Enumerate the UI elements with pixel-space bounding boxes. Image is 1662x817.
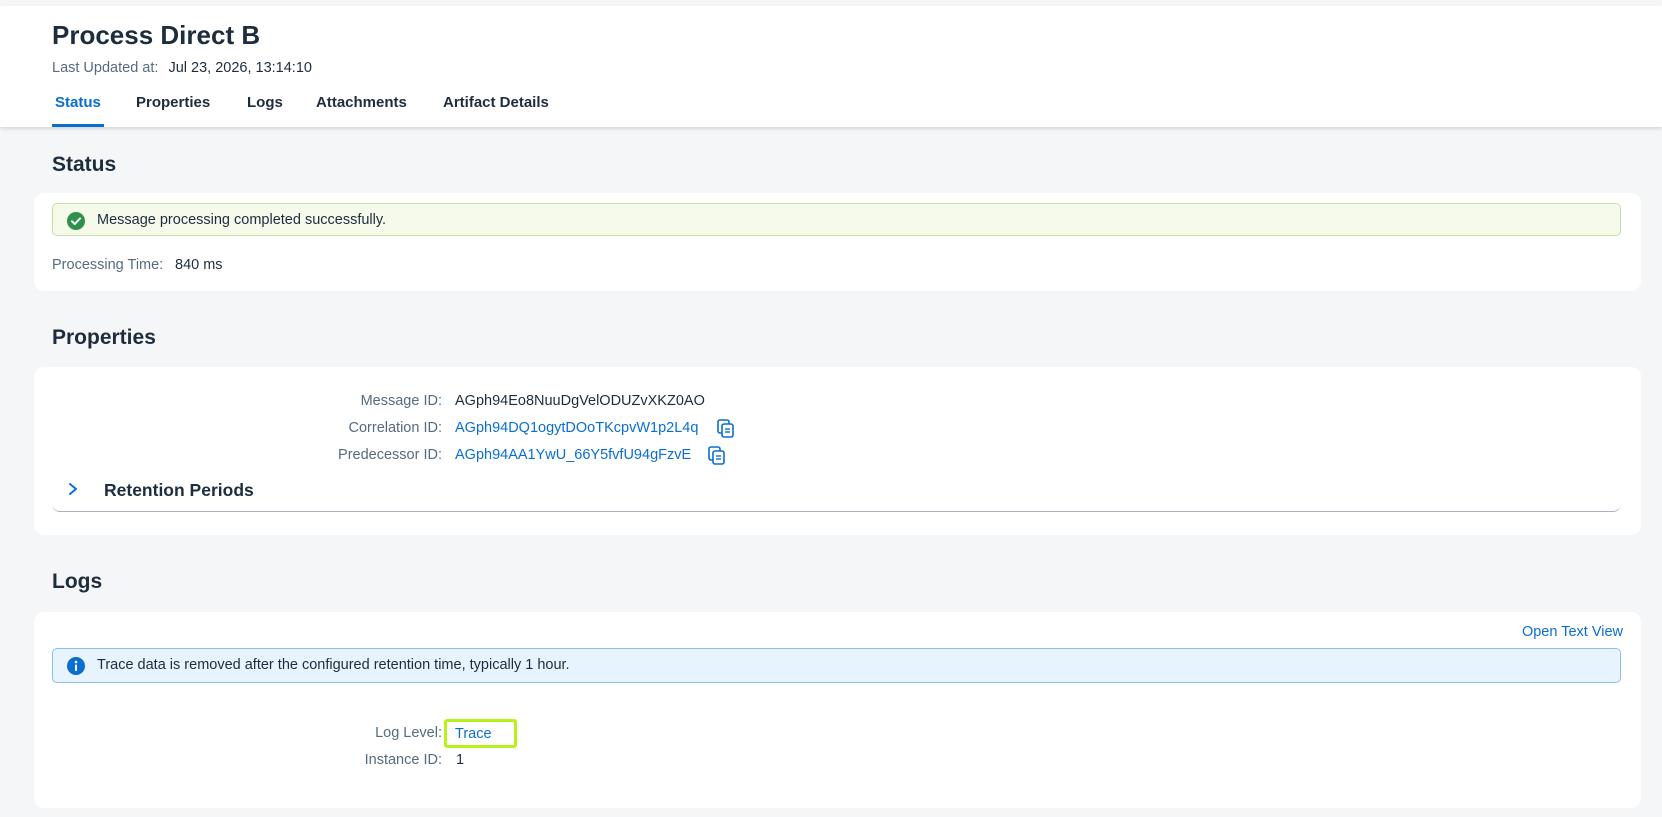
last-updated-label: Last Updated at: <box>52 60 159 76</box>
retention-periods-title: Retention Periods <box>104 480 254 500</box>
log-level-trace-link[interactable]: Trace <box>455 726 492 742</box>
tab-attachments[interactable]: Attachments <box>316 94 407 111</box>
message-id-value: AGph94Eo8NuuDgVelODUZvXKZ0AO <box>455 393 705 409</box>
correlation-id-link[interactable]: AGph94DQ1ogytDOoTKcpvW1p2L4q <box>455 420 698 436</box>
logs-section-title: Logs <box>52 570 103 593</box>
processing-time-value: 840 ms <box>175 257 223 273</box>
active-tab-indicator <box>52 124 104 127</box>
log-level-highlight: Trace <box>444 719 517 748</box>
status-card: Message processing completed successfull… <box>34 193 1641 291</box>
instance-id-label: Instance ID: <box>364 752 442 768</box>
predecessor-id-label: Predecessor ID: <box>338 447 442 463</box>
last-updated-value: Jul 23, 2026, 13:14:10 <box>168 60 312 76</box>
copy-correlation-id-icon[interactable] <box>717 419 735 438</box>
retention-periods-panel[interactable]: Retention Periods <box>52 469 1621 512</box>
last-updated: Last Updated at: Jul 23, 2026, 13:14:10 <box>52 60 312 76</box>
success-check-icon <box>67 212 85 230</box>
instance-id-value: 1 <box>456 752 465 768</box>
logs-card: Open Text View Trace data is removed aft… <box>34 612 1641 808</box>
open-text-view-link[interactable]: Open Text View <box>1522 624 1623 640</box>
info-message-strip: Trace data is removed after the configur… <box>52 648 1621 683</box>
copy-predecessor-id-icon[interactable] <box>708 446 726 465</box>
correlation-id-label: Correlation ID: <box>348 420 442 436</box>
predecessor-id-link[interactable]: AGph94AA1YwU_66Y5fvfU94gFzvE <box>455 447 691 463</box>
status-section-title: Status <box>52 153 117 176</box>
info-icon <box>67 657 85 675</box>
tab-logs[interactable]: Logs <box>247 94 283 111</box>
object-page-header: Process Direct B Last Updated at: Jul 23… <box>0 6 1662 127</box>
tab-artifact-details[interactable]: Artifact Details <box>443 94 549 111</box>
properties-card: Message ID: AGph94Eo8NuuDgVelODUZvXKZ0AO… <box>34 367 1641 535</box>
info-message-text: Trace data is removed after the configur… <box>97 657 570 673</box>
tab-status[interactable]: Status <box>55 94 101 111</box>
properties-section-title: Properties <box>52 326 156 349</box>
success-message-strip: Message processing completed successfull… <box>52 203 1621 236</box>
chevron-right-icon[interactable] <box>66 481 80 497</box>
processing-time-label: Processing Time: <box>52 257 164 273</box>
success-message-text: Message processing completed successfull… <box>97 212 387 228</box>
log-level-label: Log Level: <box>375 725 442 741</box>
page-title: Process Direct B <box>52 20 261 50</box>
tab-properties[interactable]: Properties <box>136 94 210 111</box>
message-id-label: Message ID: <box>360 393 442 409</box>
